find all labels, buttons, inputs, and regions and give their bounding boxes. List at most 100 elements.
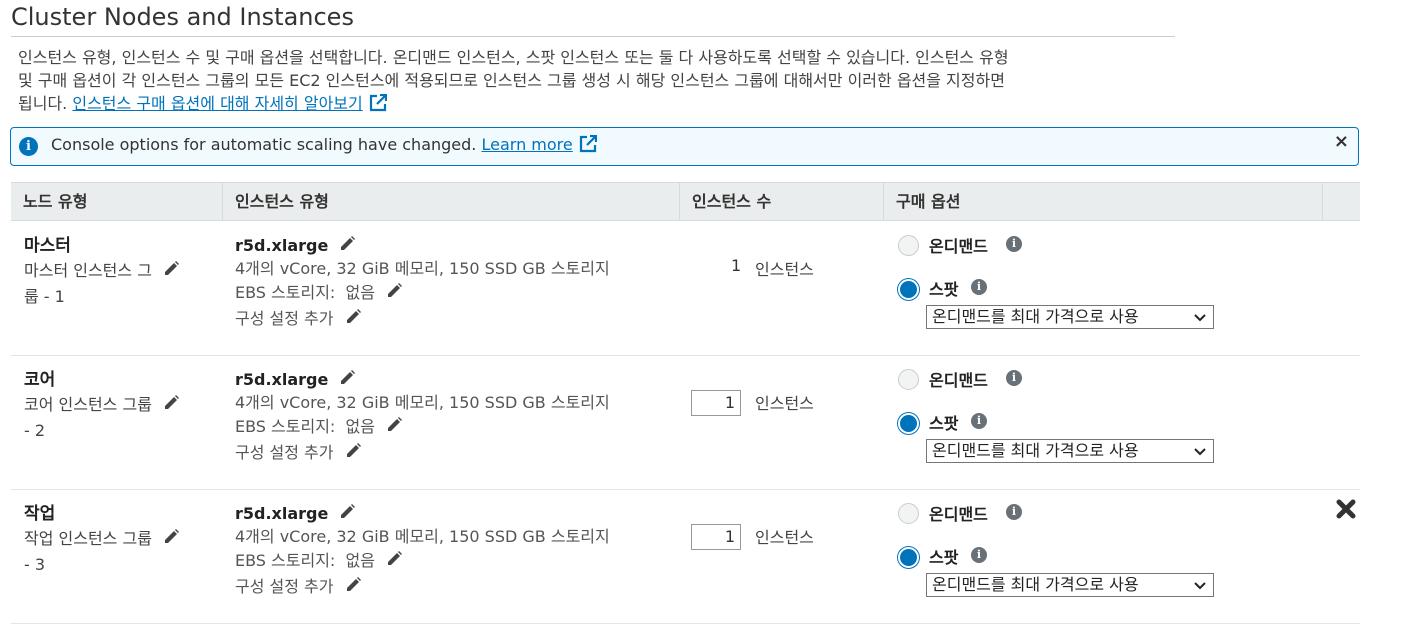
instance-type-name: r5d.xlarge [235, 504, 329, 523]
banner-text: Console options for automatic scaling ha… [51, 135, 477, 154]
instance-count-value: 1 [731, 256, 742, 275]
node-group: 작업 인스턴스 그룹 - 3 [24, 527, 184, 577]
edit-instance-type-pencil-icon[interactable] [338, 503, 356, 525]
instance-count-unit: 인스턴스 [755, 260, 814, 279]
info-banner: i Console options for automatic scaling … [10, 127, 1359, 166]
node-group-id: - 3 [24, 555, 46, 574]
max-price-select[interactable]: 온디맨드를 최대 가격으로 사용 [926, 573, 1214, 597]
instance-count-unit: 인스턴스 [755, 528, 814, 547]
on-demand-radio[interactable] [898, 503, 919, 524]
section-title: Cluster Nodes and Instances [11, 3, 354, 31]
node-group-name: 코어 인스턴스 그룹 [24, 395, 152, 414]
spot-radio[interactable] [898, 547, 919, 568]
edit-ebs-pencil-icon[interactable] [385, 282, 403, 307]
chevron-down-icon [1193, 574, 1207, 602]
instance-details: 4개의 vCore, 32 GiB 메모리, 150 SSD GB 스토리지 E… [235, 525, 610, 601]
table-row-master: 마스터 마스터 인스턴스 그 룹 - 1 r5d.xlarge 4개의 vCor… [11, 222, 1360, 356]
description-line-3: 됩니다. [18, 94, 68, 113]
node-type-label: 코어 [24, 370, 56, 390]
instance-spec: 4개의 vCore, 32 GiB 메모리, 150 SSD GB 스토리지 [235, 393, 610, 412]
instance-count-input[interactable]: 1 [691, 524, 741, 550]
spot-info-icon[interactable]: i [971, 279, 987, 295]
edit-group-name-pencil-icon[interactable] [162, 260, 180, 285]
description-line-2: 및 구매 옵션이 각 인스턴스 그룹의 모든 EC2 인스턴스에 적용되므로 인… [18, 71, 1005, 90]
instance-details: 4개의 vCore, 32 GiB 메모리, 150 SSD GB 스토리지 E… [235, 391, 610, 467]
instance-details: 4개의 vCore, 32 GiB 메모리, 150 SSD GB 스토리지 E… [235, 257, 610, 333]
node-type-label: 작업 [24, 504, 56, 524]
on-demand-label: 온디맨드 [929, 505, 988, 524]
instance-count-unit: 인스턴스 [755, 394, 814, 413]
purchase-options-learn-link[interactable]: 인스턴스 구매 옵션에 대해 자세히 알아보기 [72, 94, 362, 113]
edit-configuration-pencil-icon[interactable] [344, 576, 362, 601]
table-row-core: 코어 코어 인스턴스 그룹 - 2 r5d.xlarge 4개의 vCore, … [11, 356, 1360, 490]
spot-info-icon[interactable]: i [971, 413, 987, 429]
edit-group-name-pencil-icon[interactable] [162, 394, 180, 419]
instance-type-name: r5d.xlarge [235, 370, 329, 389]
on-demand-info-icon[interactable]: i [1006, 370, 1022, 386]
banner-close-button[interactable]: × [1334, 131, 1349, 152]
edit-configuration-pencil-icon[interactable] [344, 442, 362, 467]
max-price-selected: 온디맨드를 최대 가격으로 사용 [932, 307, 1139, 326]
spot-info-icon[interactable]: i [971, 547, 987, 563]
remove-row-icon[interactable] [1335, 498, 1357, 526]
ebs-storage-label: EBS 스토리지: [235, 283, 336, 302]
on-demand-radio[interactable] [898, 369, 919, 390]
instance-spec: 4개의 vCore, 32 GiB 메모리, 150 SSD GB 스토리지 [235, 259, 610, 278]
header-node-type: 노드 유형 [11, 183, 223, 220]
table-header: 노드 유형 인스턴스 유형 인스턴스 수 구매 옵션 [11, 182, 1360, 221]
instance-type: r5d.xlarge [235, 369, 356, 391]
info-icon: i [19, 137, 38, 156]
edit-instance-type-pencil-icon[interactable] [338, 235, 356, 257]
banner-learn-more-link[interactable]: Learn more [481, 135, 572, 154]
max-price-selected: 온디맨드를 최대 가격으로 사용 [932, 441, 1139, 460]
add-configuration-label: 구성 설정 추가 [235, 577, 334, 596]
instance-spec: 4개의 vCore, 32 GiB 메모리, 150 SSD GB 스토리지 [235, 527, 610, 546]
max-price-select[interactable]: 온디맨드를 최대 가격으로 사용 [926, 305, 1214, 329]
node-group-name: 마스터 인스턴스 그 [24, 261, 152, 280]
node-group-id: - 2 [24, 421, 46, 440]
instance-type-name: r5d.xlarge [235, 236, 329, 255]
edit-instance-type-pencil-icon[interactable] [338, 369, 356, 391]
on-demand-label: 온디맨드 [929, 371, 988, 390]
edit-ebs-pencil-icon[interactable] [385, 416, 403, 441]
spot-label: 스팟 [929, 280, 959, 299]
on-demand-info-icon[interactable]: i [1006, 236, 1022, 252]
spot-label: 스팟 [929, 414, 959, 433]
max-price-select[interactable]: 온디맨드를 최대 가격으로 사용 [926, 439, 1214, 463]
node-group: 마스터 인스턴스 그 룹 - 1 [24, 259, 184, 309]
ebs-storage-value: 없음 [345, 283, 375, 302]
instance-type: r5d.xlarge [235, 503, 356, 525]
on-demand-label: 온디맨드 [929, 237, 988, 256]
banner-message: Console options for automatic scaling ha… [51, 134, 597, 157]
on-demand-radio[interactable] [898, 235, 919, 256]
node-group-name: 작업 인스턴스 그룹 [24, 529, 152, 548]
node-type-label: 마스터 [24, 236, 71, 256]
ebs-storage-value: 없음 [345, 551, 375, 570]
max-price-selected: 온디맨드를 최대 가격으로 사용 [932, 575, 1139, 594]
section-description: 인스턴스 유형, 인스턴스 수 및 구매 옵션을 선택합니다. 온디맨드 인스턴… [18, 46, 1178, 118]
ebs-storage-label: EBS 스토리지: [235, 417, 336, 436]
edit-group-name-pencil-icon[interactable] [162, 528, 180, 553]
edit-ebs-pencil-icon[interactable] [385, 550, 403, 575]
header-instance-type: 인스턴스 유형 [223, 183, 680, 220]
spot-radio[interactable] [898, 279, 919, 300]
node-group-id: 룹 - 1 [24, 287, 65, 306]
add-configuration-label: 구성 설정 추가 [235, 309, 334, 328]
chevron-down-icon [1193, 440, 1207, 468]
external-link-icon [369, 93, 387, 118]
chevron-down-icon [1193, 306, 1207, 334]
node-group: 코어 인스턴스 그룹 - 2 [24, 393, 184, 443]
header-instance-count: 인스턴스 수 [680, 183, 884, 220]
table-row-task: 작업 작업 인스턴스 그룹 - 3 r5d.xlarge 4개의 vCore, … [11, 490, 1360, 624]
instance-count-input[interactable]: 1 [691, 390, 741, 416]
spot-radio[interactable] [898, 413, 919, 434]
add-configuration-label: 구성 설정 추가 [235, 443, 334, 462]
external-link-icon [579, 134, 597, 157]
on-demand-info-icon[interactable]: i [1006, 504, 1022, 520]
title-divider [11, 36, 1175, 37]
ebs-storage-label: EBS 스토리지: [235, 551, 336, 570]
ebs-storage-value: 없음 [345, 417, 375, 436]
edit-configuration-pencil-icon[interactable] [344, 308, 362, 333]
spot-label: 스팟 [929, 548, 959, 567]
description-line-1: 인스턴스 유형, 인스턴스 수 및 구매 옵션을 선택합니다. 온디맨드 인스턴… [18, 48, 1009, 67]
